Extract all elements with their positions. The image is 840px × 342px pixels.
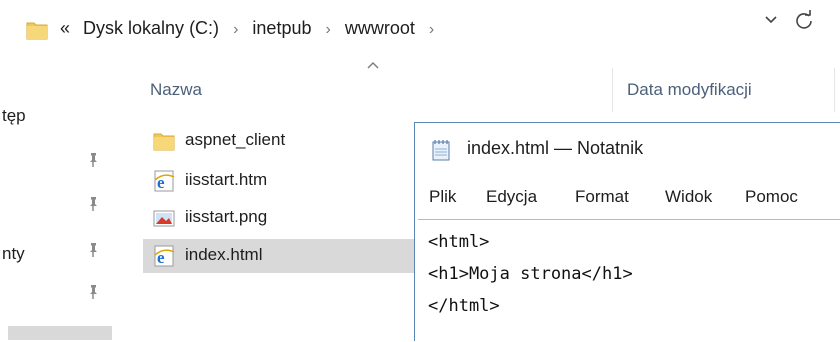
- file-name: aspnet_client: [185, 130, 286, 149]
- image-icon: [153, 210, 175, 227]
- dropdown-icon[interactable]: [764, 12, 778, 26]
- file-row-iisstart-png[interactable]: iisstart.png: [143, 201, 415, 235]
- file-name: iisstart.png: [185, 207, 268, 226]
- column-divider[interactable]: [612, 68, 613, 112]
- refresh-icon[interactable]: [794, 10, 814, 30]
- ie-html-icon: e: [154, 245, 175, 267]
- column-divider[interactable]: [834, 68, 835, 112]
- code-line: <h1>Moja strona</h1>: [428, 264, 633, 284]
- window-title: index.html — Notatnik: [467, 138, 644, 158]
- notepad-title-bar[interactable]: index.html — Notatnik: [415, 123, 840, 177]
- breadcrumb-inetpub[interactable]: inetpub: [252, 18, 311, 39]
- file-name: index.html: [185, 245, 263, 264]
- pin-icon[interactable]: [86, 196, 100, 212]
- menu-format[interactable]: Format: [575, 187, 629, 207]
- column-header-name[interactable]: Nazwa: [150, 80, 202, 100]
- breadcrumb-separator[interactable]: ›: [429, 21, 434, 39]
- file-row-aspnet-client[interactable]: aspnet_client: [143, 124, 415, 158]
- navigation-pane: tęp nty: [0, 56, 112, 340]
- notepad-icon: [432, 140, 450, 161]
- menu-bar: Plik Edycja Format Widok Pomoc: [415, 179, 840, 213]
- pin-icon[interactable]: [86, 242, 100, 258]
- file-row-iisstart-htm[interactable]: e iisstart.htm: [143, 164, 415, 198]
- address-bar[interactable]: « Dysk lokalny (C:) › inetpub › wwwroot …: [0, 0, 840, 56]
- column-header-date-modified[interactable]: Data modyfikacji: [627, 80, 752, 100]
- notepad-window[interactable]: index.html — Notatnik Plik Edycja Format…: [414, 122, 840, 342]
- menu-help[interactable]: Pomoc: [745, 187, 798, 207]
- nav-item-quick-access[interactable]: tęp: [2, 106, 26, 126]
- sort-ascending-icon: [367, 62, 379, 69]
- breadcrumb-drive[interactable]: Dysk lokalny (C:): [83, 18, 219, 39]
- menu-view[interactable]: Widok: [665, 187, 712, 207]
- file-row-index-html[interactable]: e index.html: [143, 239, 415, 273]
- nav-item-documents[interactable]: nty: [2, 244, 25, 264]
- pin-icon[interactable]: [86, 284, 100, 300]
- folder-icon: [26, 22, 48, 40]
- text-editor[interactable]: <html> <h1>Moja strona</h1> </html>: [418, 219, 840, 342]
- breadcrumb: « Dysk lokalny (C:) › inetpub › wwwroot …: [60, 18, 443, 39]
- breadcrumb-overflow[interactable]: «: [60, 18, 70, 39]
- code-line: </html>: [428, 296, 500, 316]
- menu-file[interactable]: Plik: [429, 187, 456, 207]
- pin-icon[interactable]: [86, 152, 100, 168]
- folder-icon: [153, 133, 175, 151]
- breadcrumb-wwwroot[interactable]: wwwroot: [345, 18, 415, 39]
- address-bar-box[interactable]: « Dysk lokalny (C:) › inetpub › wwwroot …: [22, 10, 840, 50]
- nav-item-selected[interactable]: [8, 326, 112, 340]
- breadcrumb-separator[interactable]: ›: [326, 21, 331, 39]
- ie-html-icon: e: [154, 170, 175, 192]
- code-line: <html>: [428, 232, 490, 252]
- menu-edit[interactable]: Edycja: [486, 187, 537, 207]
- file-name: iisstart.htm: [185, 170, 268, 189]
- breadcrumb-separator[interactable]: ›: [233, 21, 238, 39]
